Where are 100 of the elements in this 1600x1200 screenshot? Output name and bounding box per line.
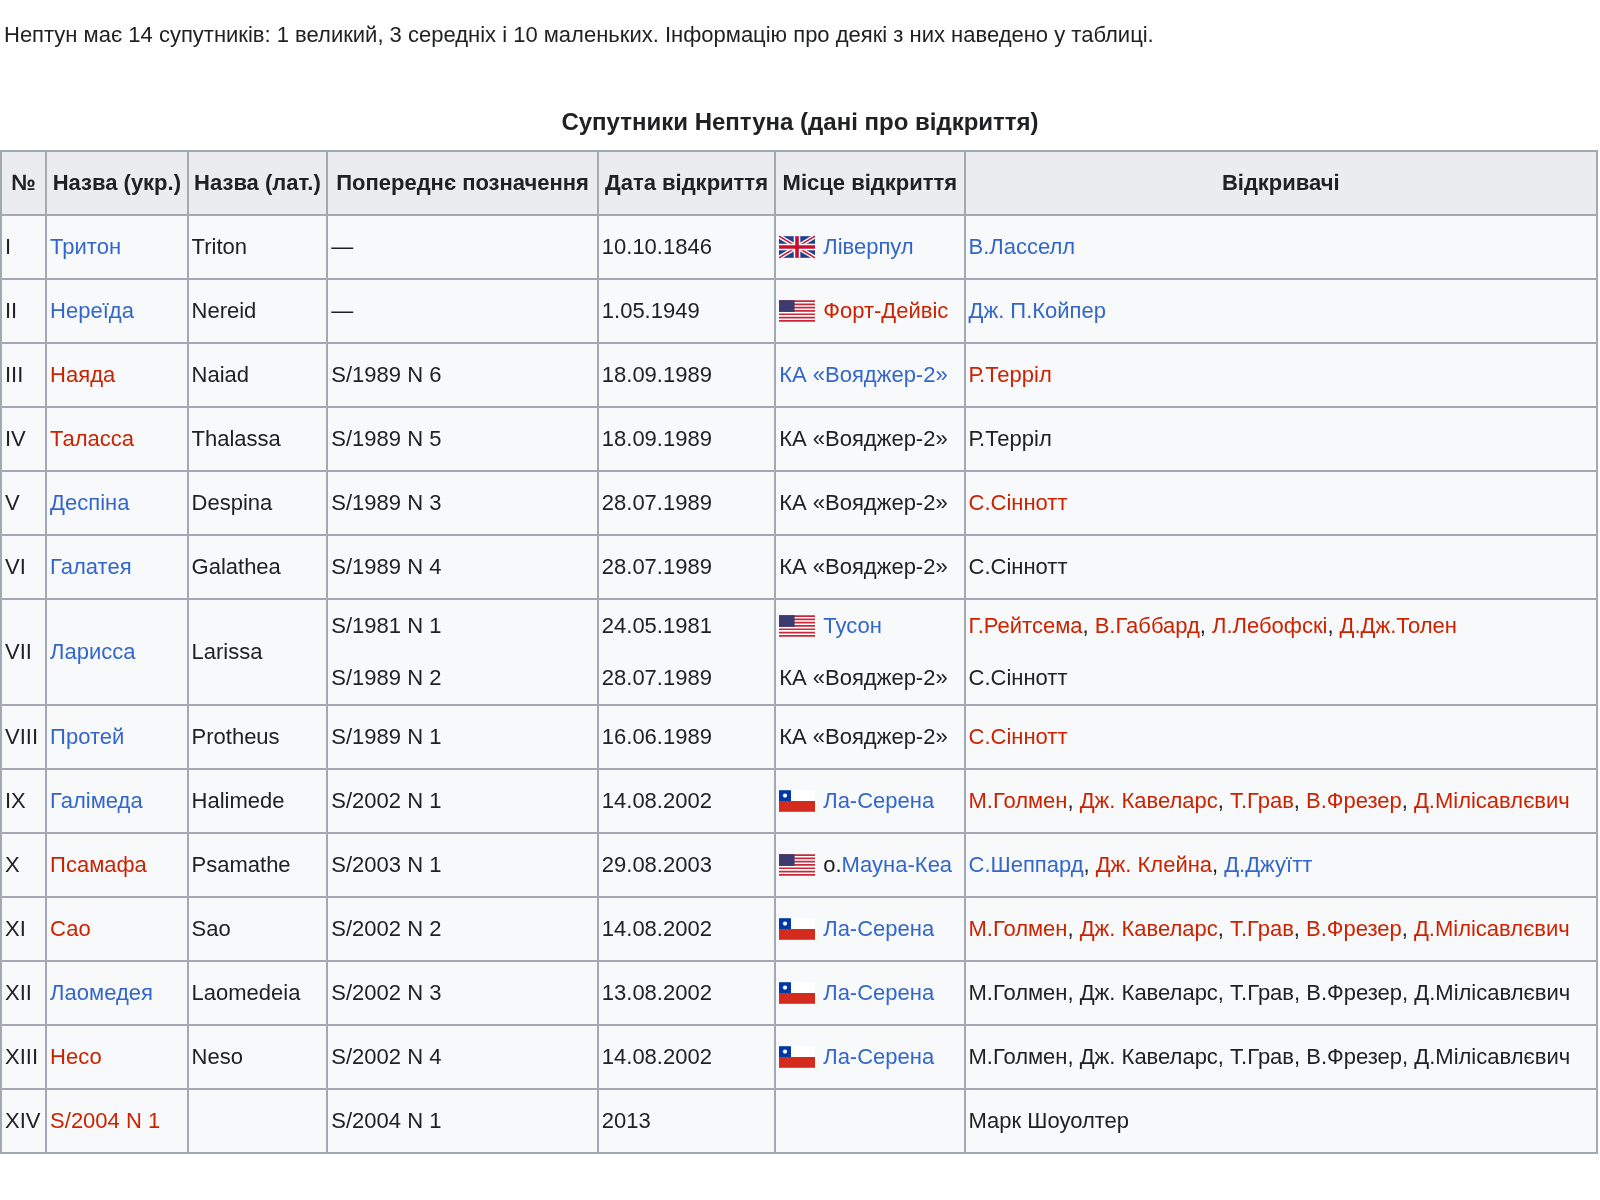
cell-text: XI xyxy=(5,916,26,941)
flag-icon xyxy=(779,299,816,323)
cell-text: о. xyxy=(823,852,842,878)
column-header: Попереднє позначення xyxy=(327,151,598,215)
cell-text: 10.10.1846 xyxy=(601,234,712,260)
flag-icon xyxy=(779,614,816,638)
link[interactable]: Г.Рейтсема xyxy=(968,613,1083,639)
cell-text: , xyxy=(1217,788,1224,814)
column-header: Місце відкриття xyxy=(775,151,965,215)
link[interactable]: Дж. Кавеларс xyxy=(1079,788,1218,814)
cell-text: 2013 xyxy=(601,1108,651,1134)
link[interactable]: Несо xyxy=(50,1044,102,1069)
cell-text: Galathea xyxy=(191,554,281,579)
link[interactable]: В.Фрезер xyxy=(1306,788,1402,814)
cell-text: S/2002 N 3 xyxy=(331,980,442,1006)
cell-text: 28.07.1989 xyxy=(601,490,712,516)
cell-text: I xyxy=(5,234,12,259)
cell-text: Protheus xyxy=(191,724,280,749)
cell-text: , xyxy=(1293,788,1300,814)
cell-text: КА «Вояджер-2» xyxy=(779,426,948,452)
cell-text: 28.07.1989 xyxy=(601,554,712,580)
cell-text: Nereid xyxy=(191,298,257,323)
link[interactable]: М.Голмен xyxy=(968,916,1068,942)
link[interactable]: Д.Мілісавлєвич xyxy=(1413,788,1570,814)
link[interactable]: С.Сіннотт xyxy=(968,724,1068,750)
cell-text: КА «Вояджер-2» xyxy=(779,490,948,516)
cell-text: S/2004 N 1 xyxy=(331,1108,442,1134)
link[interactable]: С.Шеппард xyxy=(968,852,1084,878)
flag-icon xyxy=(779,853,816,877)
intro-text: Нептун має 14 супутників: 1 великий, 3 середніх і 10 маленьких. Інформацію про деякі з них наведено у таблиці. xyxy=(3,21,1155,49)
cell-text: II xyxy=(5,298,18,323)
link[interactable]: Сао xyxy=(50,916,91,941)
cell-text: , xyxy=(1199,613,1206,639)
cell-text: Neso xyxy=(191,1044,243,1069)
cell-text: , xyxy=(1212,852,1219,878)
cell-text: С.Сіннотт xyxy=(968,665,1068,691)
cell-text: С.Сіннотт xyxy=(968,554,1068,580)
cell-text: , xyxy=(1067,916,1074,942)
cell-text: , xyxy=(1217,916,1224,942)
column-header: Назва (укр.) xyxy=(46,151,188,215)
cell-text: Halimede xyxy=(191,788,285,813)
cell-text: III xyxy=(5,362,24,387)
cell-text: , xyxy=(1083,852,1090,878)
cell-text: 14.08.2002 xyxy=(601,788,712,814)
cell-text: 14.08.2002 xyxy=(601,916,712,942)
link[interactable]: Тусон xyxy=(823,613,882,639)
link[interactable]: Наяда xyxy=(50,362,116,387)
cell-text: 16.06.1989 xyxy=(601,724,712,750)
link[interactable]: Т.Грав xyxy=(1229,916,1294,942)
link[interactable]: Д.Дж.Толен xyxy=(1339,613,1457,639)
link[interactable]: Дж. Кавеларс xyxy=(1079,916,1218,942)
cell-text: S/1989 N 3 xyxy=(331,490,442,516)
link[interactable]: С.Сіннотт xyxy=(968,490,1068,516)
flag-icon xyxy=(779,981,816,1005)
cell-text: 14.08.2002 xyxy=(601,1044,712,1070)
cell-text: Despina xyxy=(191,490,273,515)
cell-text: VI xyxy=(5,554,26,579)
link[interactable]: Ліверпул xyxy=(823,234,914,260)
link[interactable]: Дж. П.Койпер xyxy=(968,298,1106,324)
cell-text: XIV xyxy=(5,1108,41,1133)
cell-text: S/2002 N 1 xyxy=(331,788,442,814)
cell-text: S/2002 N 2 xyxy=(331,916,442,942)
cell-text: , xyxy=(1401,788,1408,814)
cell-text: S/1989 N 1 xyxy=(331,724,442,750)
cell-text: 29.08.2003 xyxy=(601,852,712,878)
link[interactable]: Д.Мілісавлєвич xyxy=(1413,916,1570,942)
cell-text: V xyxy=(5,490,20,515)
cell-text: Naiad xyxy=(191,362,250,387)
link[interactable]: Л.Лебофскі xyxy=(1211,613,1328,639)
flag-icon xyxy=(779,1045,816,1069)
cell-text: VII xyxy=(5,639,32,664)
link[interactable]: В.Ласселл xyxy=(968,234,1076,260)
link[interactable]: Дж. Клейна xyxy=(1095,852,1213,878)
link[interactable]: Мауна-Кеа xyxy=(841,852,953,878)
cell-text: IX xyxy=(5,788,26,813)
cell-text: М.Голмен, Дж. Кавеларс, Т.Грав, В.Фрезер, Д.Мілісавлєвич xyxy=(968,1044,1571,1070)
column-header: № xyxy=(1,151,47,215)
link[interactable]: Ларисса xyxy=(50,639,136,664)
link[interactable]: Т.Грав xyxy=(1229,788,1294,814)
cell-text: КА «Вояджер-2» xyxy=(779,665,948,691)
cell-text: — xyxy=(331,234,354,260)
link[interactable]: Р.Терріл xyxy=(968,362,1052,388)
cell-text: , xyxy=(1293,916,1300,942)
cell-text: VIII xyxy=(5,724,38,749)
link[interactable]: В.Фрезер xyxy=(1306,916,1402,942)
cell-text: 1.05.1949 xyxy=(601,298,700,324)
link[interactable]: М.Голмен xyxy=(968,788,1068,814)
cell-text: Psamathe xyxy=(191,852,291,877)
link[interactable]: Тритон xyxy=(50,234,122,259)
cell-text: S/1989 N 4 xyxy=(331,554,442,580)
cell-text: 28.07.1989 xyxy=(601,665,712,691)
cell-text: , xyxy=(1082,613,1089,639)
column-header: Назва (лат.) xyxy=(187,151,328,215)
cell-text: — xyxy=(331,298,354,324)
cell-text: Р.Терріл xyxy=(968,426,1052,452)
cell-text: , xyxy=(1067,788,1074,814)
cell-text: S/1989 N 6 xyxy=(331,362,442,388)
cell-text: Laomedeia xyxy=(191,980,301,1005)
link[interactable]: Д.Джуїтт xyxy=(1224,852,1313,878)
link[interactable]: В.Габбард xyxy=(1094,613,1200,639)
